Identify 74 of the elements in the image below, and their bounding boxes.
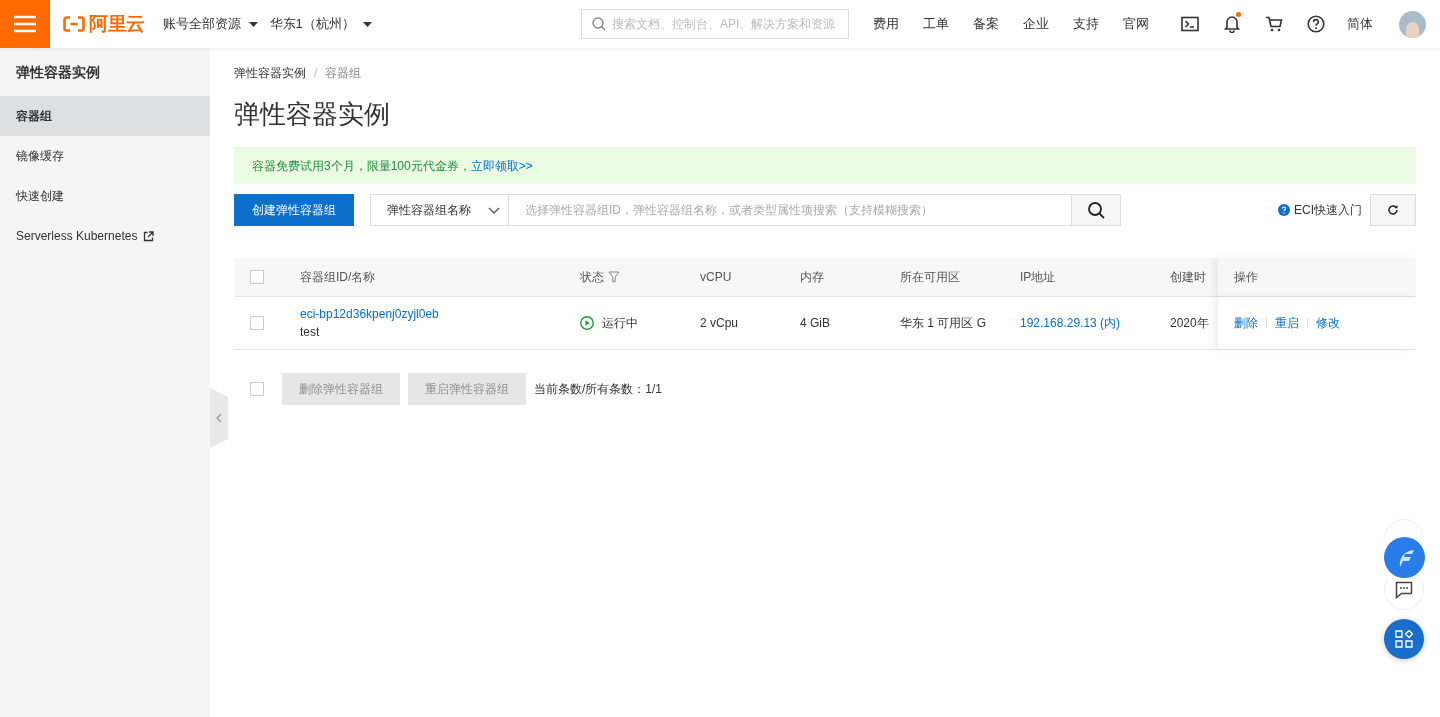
column-header: 操作 <box>1234 269 1258 286</box>
cart-icon[interactable] <box>1265 16 1283 32</box>
sidebar-item[interactable]: 快速创建 <box>0 176 210 216</box>
caret-icon <box>248 21 258 27</box>
column-header: 所在可用区 <box>900 270 960 284</box>
sidebar-item[interactable]: Serverless Kubernetes <box>0 216 210 256</box>
search-button[interactable] <box>1071 194 1121 226</box>
filter-icon[interactable] <box>608 271 620 283</box>
promo-text: 容器免费试用3个月，限量100元代金券， <box>252 157 471 175</box>
column-header: 内存 <box>800 270 824 284</box>
account-dropdown[interactable]: 账号全部资源 <box>162 14 258 34</box>
region-dropdown[interactable]: 华东1（杭州） <box>269 14 372 34</box>
terminal-icon[interactable] <box>1181 16 1199 32</box>
running-icon <box>580 316 594 330</box>
notification-icon[interactable] <box>1224 15 1240 33</box>
search-field[interactable]: 搜索文档、控制台、API、解决方案和资源 <box>581 9 849 39</box>
breadcrumb-separator: / <box>314 65 318 82</box>
ip-link[interactable]: 192.168.29.13 (内) <box>1020 316 1121 330</box>
column-header: IP地址 <box>1020 270 1056 284</box>
table-cell: 2020年 <box>1170 316 1209 330</box>
chat-icon <box>1395 581 1413 599</box>
caret-icon <box>362 21 372 27</box>
nav-link[interactable]: 支持 <box>1061 14 1111 34</box>
notification-badge <box>1236 12 1241 17</box>
search-field[interactable]: 选择弹性容器组ID，弹性容器组名称，或者类型属性项搜索（支持模糊搜索） <box>509 194 1071 226</box>
assistant-button[interactable] <box>1384 537 1425 578</box>
search-icon <box>1087 201 1105 219</box>
breadcrumb-current: 容器组 <box>325 65 362 82</box>
refresh-button[interactable] <box>1370 194 1416 226</box>
table-cell: 2 vCpu <box>700 316 739 330</box>
search-icon <box>592 17 606 31</box>
help-icon <box>1278 204 1290 216</box>
checkbox[interactable] <box>250 270 264 284</box>
column-header: 状态 <box>580 269 604 286</box>
chevron-left-icon <box>216 413 222 423</box>
record-count: 当前条数/所有条数：1/1 <box>534 381 662 398</box>
help-icon[interactable] <box>1307 15 1325 33</box>
refresh-icon <box>1387 204 1399 216</box>
apps-icon <box>1395 630 1413 648</box>
logo-icon <box>63 16 85 32</box>
promo-link[interactable]: 立即领取>> <box>470 156 533 175</box>
table-cell: 4 GiB <box>800 316 830 330</box>
nav-link[interactable]: 工单 <box>911 14 961 34</box>
instance-id-link[interactable]: eci-bp12d36kpenj0zyjl0eb <box>300 305 580 323</box>
checkbox[interactable] <box>250 382 264 396</box>
action-link[interactable]: 删除 <box>1234 314 1258 332</box>
sidebar-item[interactable]: 镜像缓存 <box>0 136 210 176</box>
language-link[interactable]: 简体 <box>1347 14 1373 34</box>
column-header: 创建时 <box>1170 270 1206 284</box>
table-cell: 华东 1 可用区 G <box>900 316 986 330</box>
page-title: 弹性容器实例 <box>234 98 391 131</box>
sidebar-title: 弹性容器实例 <box>15 62 101 82</box>
chat-button[interactable] <box>1384 579 1424 611</box>
column-header: 容器组ID/名称 <box>300 270 376 284</box>
column-header: vCPU <box>700 270 732 284</box>
chevron-down-icon <box>488 206 500 214</box>
filter-dropdown[interactable]: 弹性容器组名称 <box>370 194 509 226</box>
checkbox[interactable] <box>250 316 264 330</box>
nav-link[interactable]: 官网 <box>1111 14 1161 34</box>
sidebar-item[interactable]: 容器组 <box>0 96 210 136</box>
table-cell-text: test <box>300 324 321 341</box>
guide-link[interactable]: ECI快速入门 <box>1278 201 1362 219</box>
nav-link[interactable]: 备案 <box>961 14 1011 34</box>
nav-link[interactable]: 企业 <box>1011 14 1061 34</box>
action-link[interactable]: 修改 <box>1316 314 1340 332</box>
action-link[interactable]: 重启 <box>1275 314 1299 332</box>
menu-button[interactable] <box>0 0 50 48</box>
breadcrumb-link[interactable]: 弹性容器实例 <box>234 64 306 82</box>
menu-icon <box>14 15 36 33</box>
nav-link[interactable]: 费用 <box>861 14 911 34</box>
status-text: 运行中 <box>602 315 638 332</box>
apps-button[interactable] <box>1384 619 1424 659</box>
create-button[interactable]: 创建弹性容器组 <box>234 194 354 226</box>
external-link-icon <box>143 230 155 242</box>
